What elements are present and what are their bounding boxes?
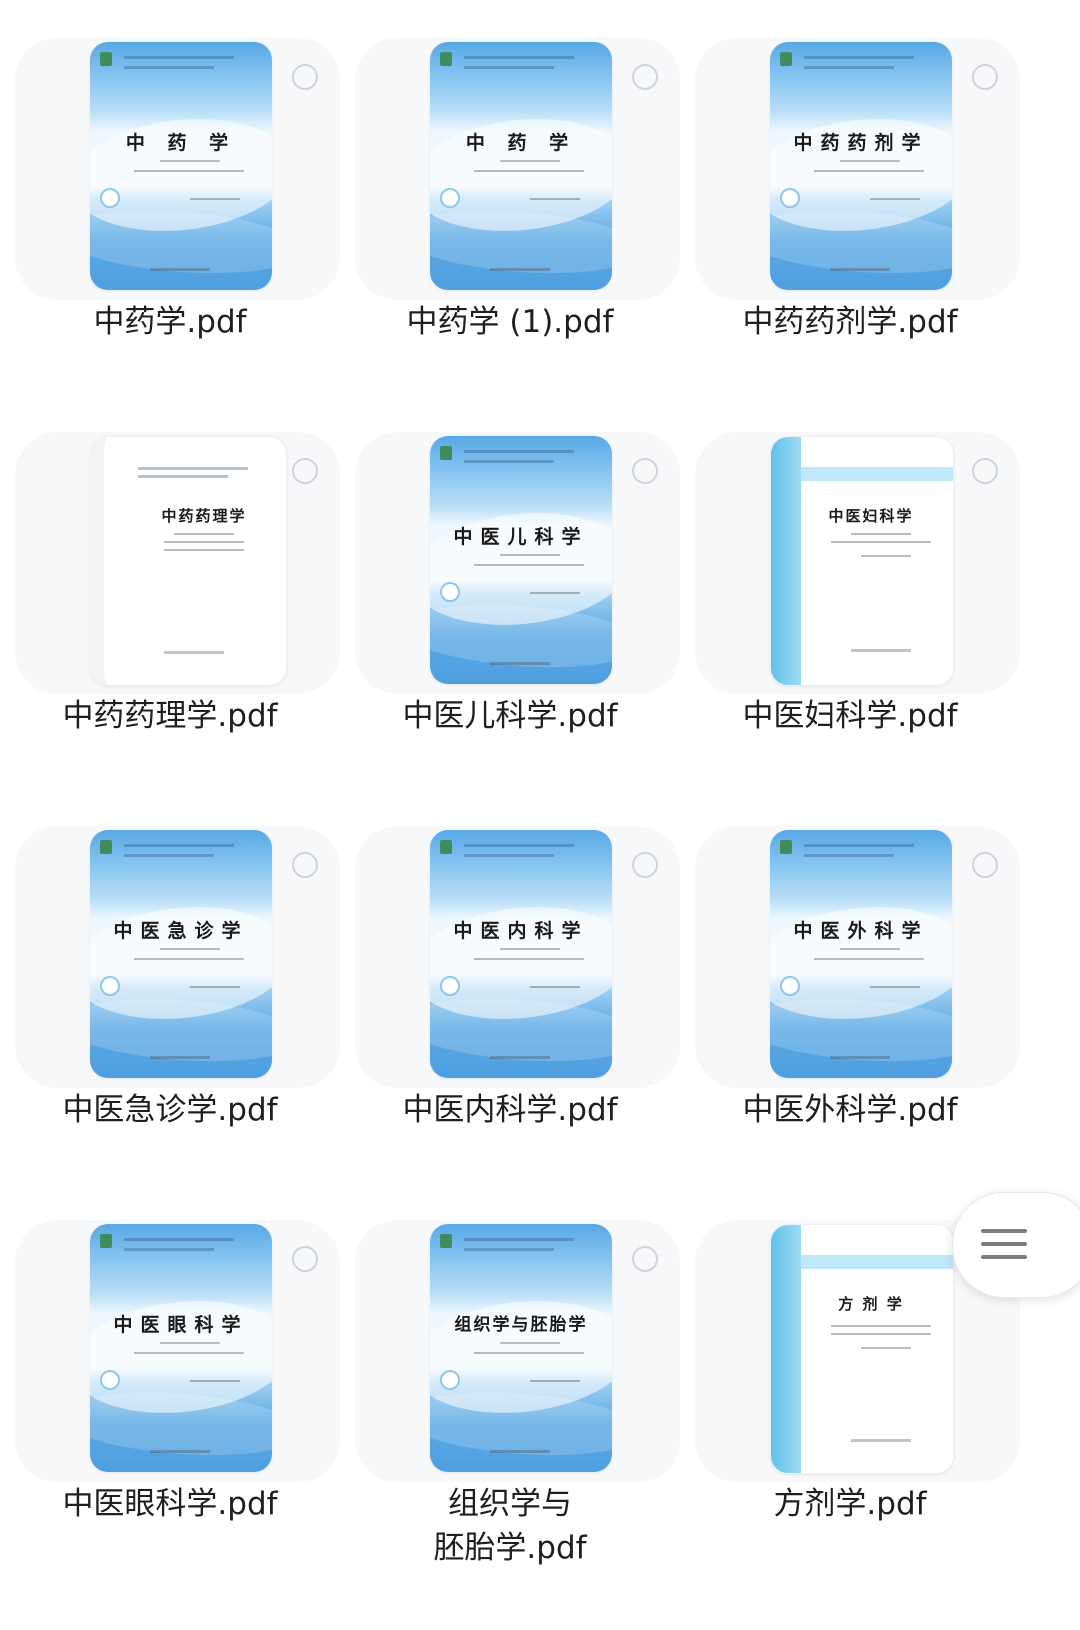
file-name: 中医外科学.pdf	[742, 1092, 958, 1128]
file-tile[interactable]: 中药药剂学 中药药剂学.pdf	[680, 0, 1020, 400]
file-tile[interactable]: 组织学与胚胎学 组织学与 胚胎学.pdf	[340, 1182, 680, 1582]
select-checkbox[interactable]	[632, 64, 658, 90]
publisher-logo-icon	[440, 52, 452, 66]
file-tile[interactable]: 中医外科学 中医外科学.pdf	[680, 788, 1020, 1188]
publisher-logo-icon	[440, 840, 452, 854]
file-name: 中药药理学.pdf	[62, 698, 278, 734]
select-checkbox[interactable]	[292, 64, 318, 90]
pdf-thumbnail[interactable]: 中医外科学	[770, 830, 952, 1078]
cover-title: 组织学与胚胎学	[454, 1315, 588, 1335]
file-name: 中医急诊学.pdf	[62, 1092, 278, 1128]
pdf-thumbnail[interactable]: 中医儿科学	[430, 436, 612, 684]
cover-title: 中医内科学	[453, 920, 589, 942]
series-badge-icon	[440, 976, 460, 996]
select-checkbox[interactable]	[632, 458, 658, 484]
series-badge-icon	[100, 976, 120, 996]
cover-title: 中 药 学	[465, 132, 577, 154]
file-tile[interactable]: 中医眼科学 中医眼科学.pdf	[0, 1182, 340, 1582]
pdf-thumbnail[interactable]: 中医急诊学	[90, 830, 272, 1078]
cover-title: 中医儿科学	[453, 526, 589, 548]
pdf-thumbnail[interactable]: 中 药 学	[430, 42, 612, 290]
publisher-logo-icon	[100, 1234, 112, 1248]
file-tile[interactable]: 中医妇科学 中医妇科学.pdf	[680, 394, 1020, 794]
pdf-thumbnail[interactable]: 方 剂 学	[770, 1224, 954, 1474]
cover-title: 方 剂 学	[838, 1295, 904, 1313]
publisher-logo-icon	[100, 52, 112, 66]
menu-icon	[981, 1229, 1027, 1263]
series-badge-icon	[440, 188, 460, 208]
pdf-thumbnail[interactable]: 中医眼科学	[90, 1224, 272, 1472]
publisher-logo-icon	[780, 840, 792, 854]
series-badge-icon	[100, 188, 120, 208]
file-tile[interactable]: 中 药 学 中药学.pdf	[0, 0, 340, 400]
select-checkbox[interactable]	[632, 1246, 658, 1272]
cover-title: 中 药 学	[125, 132, 237, 154]
file-tile[interactable]: 中 药 学 中药学 (1).pdf	[340, 0, 680, 400]
select-checkbox[interactable]	[632, 852, 658, 878]
file-tile[interactable]: 中医儿科学 中医儿科学.pdf	[340, 394, 680, 794]
file-name: 中药药剂学.pdf	[742, 304, 958, 340]
publisher-logo-icon	[100, 840, 112, 854]
publisher-logo-icon	[440, 446, 452, 460]
pdf-thumbnail[interactable]: 中 药 学	[90, 42, 272, 290]
file-tile[interactable]: 中医内科学 中医内科学.pdf	[340, 788, 680, 1188]
cover-title: 中医妇科学	[828, 507, 914, 525]
file-tile[interactable]: 中药药理学 中药药理学.pdf	[0, 394, 340, 794]
file-tile[interactable]: 中医急诊学 中医急诊学.pdf	[0, 788, 340, 1188]
cover-title: 中药药理学	[161, 507, 247, 525]
select-checkbox[interactable]	[292, 458, 318, 484]
series-badge-icon	[100, 1370, 120, 1390]
series-badge-icon	[780, 188, 800, 208]
select-checkbox[interactable]	[292, 852, 318, 878]
publisher-logo-icon	[780, 52, 792, 66]
pdf-thumbnail[interactable]: 中医妇科学	[770, 436, 954, 686]
file-name: 中医儿科学.pdf	[402, 698, 618, 734]
pdf-thumbnail[interactable]: 组织学与胚胎学	[430, 1224, 612, 1472]
publisher-logo-icon	[440, 1234, 452, 1248]
file-name: 中药学.pdf	[93, 304, 247, 340]
select-checkbox[interactable]	[972, 852, 998, 878]
file-name: 中医内科学.pdf	[402, 1092, 618, 1128]
cover-title: 中医急诊学	[113, 920, 249, 942]
pdf-thumbnail[interactable]: 中药药理学	[90, 436, 287, 686]
pdf-thumbnail[interactable]: 中药药剂学	[770, 42, 952, 290]
file-name: 方剂学.pdf	[773, 1486, 927, 1522]
file-name: 中药学 (1).pdf	[406, 304, 614, 340]
file-grid: 中 药 学 中药学.pdf 中 药 学 中药学 (1).pdf 中药药剂学 中药…	[0, 0, 1080, 1630]
cover-title: 中医眼科学	[113, 1314, 249, 1336]
pdf-thumbnail[interactable]: 中医内科学	[430, 830, 612, 1078]
file-name: 中医眼科学.pdf	[62, 1486, 278, 1522]
floating-menu-button[interactable]	[952, 1192, 1080, 1298]
file-name: 中医妇科学.pdf	[742, 698, 958, 734]
series-badge-icon	[440, 582, 460, 602]
select-checkbox[interactable]	[292, 1246, 318, 1272]
cover-title: 中医外科学	[793, 920, 929, 942]
select-checkbox[interactable]	[972, 64, 998, 90]
cover-title: 中药药剂学	[793, 132, 929, 154]
series-badge-icon	[780, 976, 800, 996]
file-name: 组织学与 胚胎学.pdf	[433, 1486, 587, 1566]
select-checkbox[interactable]	[972, 458, 998, 484]
series-badge-icon	[440, 1370, 460, 1390]
